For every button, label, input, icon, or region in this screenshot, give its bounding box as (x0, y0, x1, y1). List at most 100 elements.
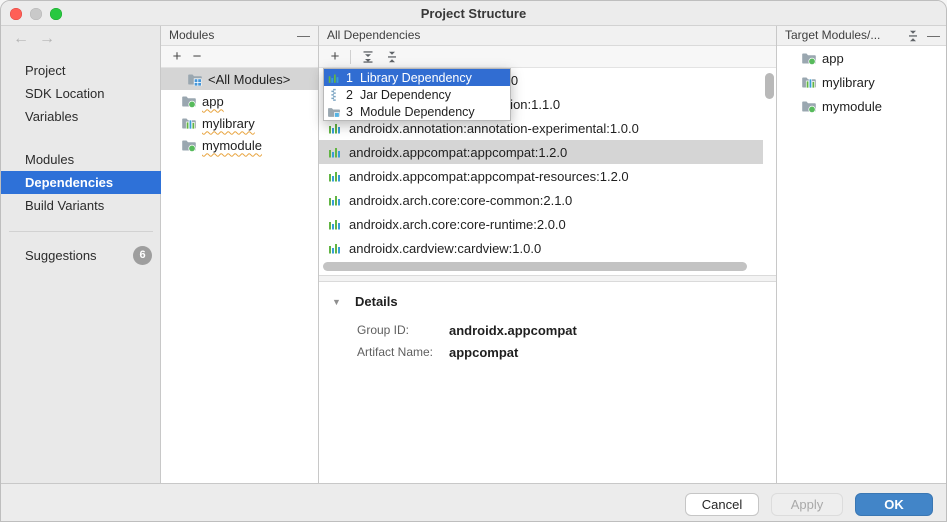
modules-panel: Modules — + − <All Modules> app mylibrar… (161, 26, 319, 483)
module-row-app[interactable]: app (161, 90, 318, 112)
dependencies-panel-header: All Dependencies (319, 26, 776, 46)
zoom-window-icon[interactable] (50, 8, 62, 20)
module-label: app (202, 94, 224, 109)
menu-mnemonic: 3 (344, 105, 355, 119)
collapse-all-icon[interactable] (906, 29, 920, 43)
remove-module-button[interactable]: − (187, 47, 207, 67)
sidebar-item-build-variants[interactable]: Build Variants (1, 194, 161, 217)
library-dependency-icon (327, 216, 343, 232)
details-collapse-icon[interactable]: ▼ (332, 297, 341, 307)
add-module-button[interactable]: + (167, 47, 187, 67)
artifact-name-value: appcompat (449, 345, 518, 360)
details-header: Details (355, 294, 398, 309)
menu-item-label: Library Dependency (360, 71, 472, 85)
android-module-icon (801, 98, 817, 114)
module-label: mymodule (202, 138, 262, 153)
sidebar-item-project[interactable]: Project (1, 59, 161, 82)
sidebar-item-dependencies[interactable]: Dependencies (1, 171, 161, 194)
module-dependency-icon (327, 105, 341, 119)
all-modules-icon (187, 71, 203, 87)
dependencies-toolbar: + (319, 46, 776, 68)
dependency-label: androidx.annotation:annotation-experimen… (349, 121, 639, 136)
target-module-row-mymodule[interactable]: mymodule (777, 94, 947, 118)
dependency-label: androidx.appcompat:appcompat-resources:1… (349, 169, 629, 184)
dependency-label: androidx.appcompat:appcompat:1.2.0 (349, 145, 567, 160)
modules-panel-title: Modules (169, 28, 214, 42)
dependency-label: androidx.arch.core:core-common:2.1.0 (349, 193, 572, 208)
toolbar-separator (350, 50, 351, 64)
modules-toolbar: + − (161, 46, 318, 68)
android-module-icon (181, 137, 197, 153)
library-dependency-icon (327, 168, 343, 184)
target-modules-title: Target Modules/... (785, 28, 880, 42)
project-structure-dialog: Project Structure ← → Project SDK Locati… (0, 0, 947, 522)
group-id-value: androidx.appcompat (449, 323, 577, 338)
back-arrow-icon[interactable]: ← (13, 30, 29, 48)
menu-item-label: Module Dependency (360, 105, 475, 119)
close-window-icon[interactable] (10, 8, 22, 20)
titlebar: Project Structure (1, 1, 946, 26)
dependency-row[interactable]: androidx.cardview:cardview:1.0.0 (319, 236, 763, 260)
target-module-row-app[interactable]: app (777, 46, 947, 70)
library-module-icon (801, 74, 817, 90)
library-module-icon (181, 115, 197, 131)
module-label: mylibrary (202, 116, 255, 131)
details-splitter[interactable] (319, 275, 776, 282)
minimize-panel-icon[interactable]: — (927, 26, 940, 45)
module-row-mymodule[interactable]: mymodule (161, 134, 318, 156)
library-dependency-icon (327, 144, 343, 160)
jar-dependency-icon (327, 88, 341, 102)
add-dependency-button[interactable]: + (325, 47, 345, 67)
module-row-all-modules[interactable]: <All Modules> (161, 68, 318, 90)
vertical-scrollbar[interactable] (765, 73, 774, 99)
group-id-label: Group ID: (357, 323, 409, 337)
target-module-label: app (822, 51, 844, 66)
window-title: Project Structure (1, 1, 946, 26)
target-modules-panel: Target Modules/... — app mylibrary mymod… (777, 26, 947, 483)
collapse-all-icon[interactable] (385, 50, 399, 64)
sidebar-divider (9, 231, 153, 232)
all-dependencies-panel: All Dependencies + androidx.activity:act… (319, 26, 777, 483)
dependency-row[interactable]: androidx.arch.core:core-runtime:2.0.0 (319, 212, 763, 236)
expand-all-icon[interactable] (361, 50, 375, 64)
menu-item-jar-dependency[interactable]: 2 Jar Dependency (324, 86, 510, 103)
dependency-label: androidx.cardview:cardview:1.0.0 (349, 241, 541, 256)
menu-mnemonic: 2 (344, 88, 355, 102)
minimize-window-icon (30, 8, 42, 20)
module-row-mylibrary[interactable]: mylibrary (161, 112, 318, 134)
android-module-icon (181, 93, 197, 109)
library-dependency-icon (327, 240, 343, 256)
dependencies-panel-title: All Dependencies (327, 28, 420, 42)
target-modules-header: Target Modules/... — (777, 26, 947, 46)
dependency-row-selected[interactable]: androidx.appcompat:appcompat:1.2.0 (319, 140, 763, 164)
dependency-row[interactable]: androidx.arch.core:core-common:2.1.0 (319, 188, 763, 212)
menu-mnemonic: 1 (344, 71, 355, 85)
minimize-panel-icon[interactable]: — (297, 26, 310, 45)
dialog-footer: Cancel Apply OK (1, 483, 947, 522)
target-module-label: mylibrary (822, 75, 875, 90)
dependency-label: androidx.arch.core:core-runtime:2.0.0 (349, 217, 566, 232)
target-module-row-mylibrary[interactable]: mylibrary (777, 70, 947, 94)
artifact-name-label: Artifact Name: (357, 345, 433, 359)
module-label: <All Modules> (208, 72, 290, 87)
sidebar-item-sdk-location[interactable]: SDK Location (1, 82, 161, 105)
horizontal-scrollbar[interactable] (323, 262, 747, 271)
modules-panel-header: Modules — (161, 26, 318, 46)
android-module-icon (801, 50, 817, 66)
sidebar-item-variables[interactable]: Variables (1, 105, 161, 128)
library-dependency-icon (327, 71, 341, 85)
menu-item-label: Jar Dependency (360, 88, 451, 102)
dependency-row[interactable]: androidx.appcompat:appcompat-resources:1… (319, 164, 763, 188)
forward-arrow-icon[interactable]: → (39, 30, 55, 48)
target-module-label: mymodule (822, 99, 882, 114)
ok-button[interactable]: OK (855, 493, 933, 516)
menu-item-module-dependency[interactable]: 3 Module Dependency (324, 103, 510, 120)
library-dependency-icon (327, 120, 343, 136)
cancel-button[interactable]: Cancel (685, 493, 759, 516)
suggestions-count-badge: 6 (133, 246, 152, 265)
sidebar-item-modules[interactable]: Modules (1, 148, 161, 171)
menu-item-library-dependency[interactable]: 1 Library Dependency (324, 69, 510, 86)
apply-button: Apply (771, 493, 843, 516)
sidebar: ← → Project SDK Location Variables Modul… (1, 26, 161, 483)
add-dependency-menu: 1 Library Dependency 2 Jar Dependency 3 … (323, 68, 511, 121)
